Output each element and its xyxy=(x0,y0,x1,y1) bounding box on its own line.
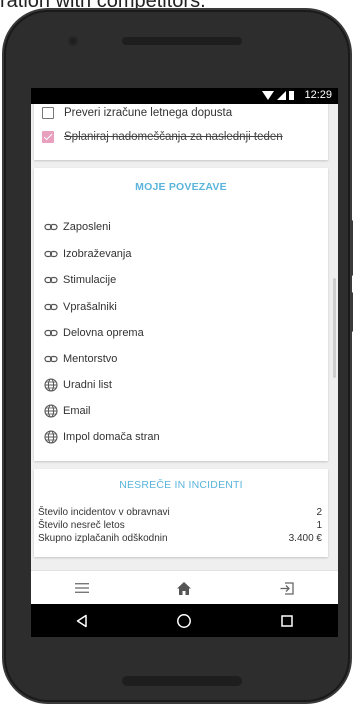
link-item-zaposleni[interactable]: Zaposleni xyxy=(44,218,111,236)
volume-button xyxy=(350,220,353,276)
app-bottom-nav xyxy=(31,570,338,605)
task-item[interactable]: Preveri izračune letnega dopusta xyxy=(42,104,232,122)
scrollbar-thumb[interactable] xyxy=(333,278,336,378)
task-checkbox-checked[interactable] xyxy=(42,131,54,143)
task-checkbox[interactable] xyxy=(42,107,54,119)
link-icon xyxy=(44,250,58,258)
task-item[interactable]: Splaniraj nadomeščanja za naslednji tede… xyxy=(42,128,283,146)
status-bar: 12:29 xyxy=(31,88,338,104)
incident-value: 1 xyxy=(316,520,322,531)
link-label: Mentorstvo xyxy=(63,353,118,365)
battery-icon xyxy=(289,91,294,100)
globe-icon xyxy=(44,378,58,392)
home-icon xyxy=(177,581,192,595)
tasks-card: Preveri izračune letnega dopusta Splanir… xyxy=(34,104,328,160)
front-camera xyxy=(68,36,78,46)
link-item-uradni-list[interactable]: Uradni list xyxy=(44,376,112,394)
incident-value: 3.400 € xyxy=(288,533,322,544)
menu-button[interactable] xyxy=(57,573,107,603)
link-label: Izobraževanja xyxy=(63,248,132,260)
link-item-impol[interactable]: Impol domača stran xyxy=(44,428,160,446)
back-icon xyxy=(76,614,87,627)
link-label: Zaposleni xyxy=(63,221,111,233)
link-label: Delovna oprema xyxy=(63,327,144,339)
incidents-card-title: NESREČE IN INCIDENTI xyxy=(119,479,243,491)
link-icon xyxy=(44,329,58,337)
task-label: Preveri izračune letnega dopusta xyxy=(64,107,233,119)
incident-label: Število incidentov v obravnavi xyxy=(38,507,170,518)
link-item-vprasalniki[interactable]: Vprašalniki xyxy=(44,298,117,316)
incident-value: 2 xyxy=(316,507,322,518)
link-label: Stimulacije xyxy=(63,274,117,286)
incident-row: Število incidentov v obravnavi 2 xyxy=(38,507,322,519)
link-item-mentorstvo[interactable]: Mentorstvo xyxy=(44,350,117,368)
link-icon xyxy=(44,276,58,284)
link-icon xyxy=(44,303,58,311)
link-label: Uradni list xyxy=(63,379,112,391)
signal-icon xyxy=(277,91,286,100)
incident-row: Skupno izplačanih odškodnin 3.400 € xyxy=(38,533,322,545)
link-label: Impol domača stran xyxy=(63,431,160,443)
incident-row: Število nesreč letos 1 xyxy=(38,520,322,532)
system-nav-bar xyxy=(31,604,338,637)
globe-icon xyxy=(44,404,58,418)
system-back-button[interactable] xyxy=(57,606,107,636)
home-button[interactable] xyxy=(159,573,209,603)
links-card: MOJE POVEZAVE Zaposleni Izobraževanja St… xyxy=(34,168,328,461)
recents-icon xyxy=(281,614,293,627)
menu-icon xyxy=(75,583,90,593)
link-item-delovna-oprema[interactable]: Delovna oprema xyxy=(44,324,144,342)
globe-icon xyxy=(44,430,58,444)
wifi-icon xyxy=(262,91,274,100)
earpiece-speaker xyxy=(122,37,242,45)
link-icon xyxy=(44,355,58,363)
link-label: Vprašalniki xyxy=(63,301,117,313)
incident-label: Število nesreč letos xyxy=(38,520,125,531)
bottom-speaker xyxy=(122,676,242,686)
link-item-izobrazevanja[interactable]: Izobraževanja xyxy=(44,245,132,263)
logout-icon xyxy=(280,581,294,595)
home-circle-icon xyxy=(177,613,192,628)
system-home-button[interactable] xyxy=(159,606,209,636)
task-label: Splaniraj nadomeščanja za naslednji tede… xyxy=(64,131,283,143)
incidents-card: NESREČE IN INCIDENTI Število incidentov … xyxy=(34,469,328,557)
phone-frame: 12:29 Preveri izračune letnega dopusta S… xyxy=(4,10,353,702)
links-card-title: MOJE POVEZAVE xyxy=(135,181,227,193)
system-recents-button[interactable] xyxy=(262,606,312,636)
link-label: Email xyxy=(63,405,91,417)
main-content[interactable]: Preveri izračune letnega dopusta Splanir… xyxy=(31,104,338,570)
status-time: 12:29 xyxy=(304,89,332,101)
power-button xyxy=(350,292,353,332)
incident-label: Skupno izplačanih odškodnin xyxy=(38,533,168,544)
link-icon xyxy=(44,223,58,231)
logout-button[interactable] xyxy=(262,573,312,603)
screen: 12:29 Preveri izračune letnega dopusta S… xyxy=(31,88,338,637)
link-item-stimulacije[interactable]: Stimulacije xyxy=(44,271,116,289)
link-item-email[interactable]: Email xyxy=(44,402,91,420)
